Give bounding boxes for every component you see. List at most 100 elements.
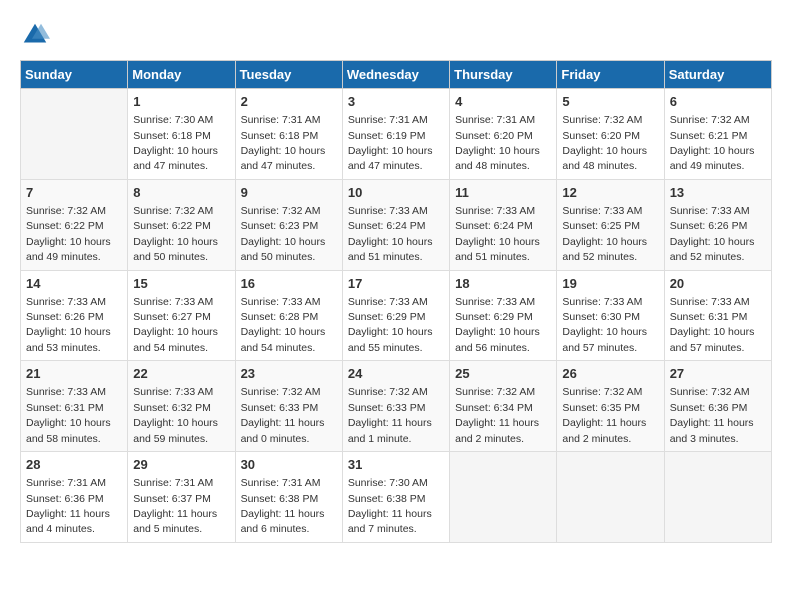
day-number: 25	[455, 365, 551, 383]
day-info: Sunrise: 7:32 AM Sunset: 6:22 PM Dayligh…	[133, 205, 218, 263]
col-header-tuesday: Tuesday	[235, 61, 342, 89]
day-cell: 13Sunrise: 7:33 AM Sunset: 6:26 PM Dayli…	[664, 179, 771, 270]
day-number: 7	[26, 184, 122, 202]
week-row-1: 1Sunrise: 7:30 AM Sunset: 6:18 PM Daylig…	[21, 89, 772, 180]
day-number: 12	[562, 184, 658, 202]
day-number: 19	[562, 275, 658, 293]
day-info: Sunrise: 7:32 AM Sunset: 6:21 PM Dayligh…	[670, 114, 755, 172]
day-cell: 14 Sunrise: 7:33 AM Sunset: 6:26 PM Dayli…	[21, 270, 128, 361]
day-cell: 8 Sunrise: 7:32 AM Sunset: 6:22 PM Daylig…	[128, 179, 235, 270]
day-number: 27	[670, 365, 766, 383]
day-cell: 17 Sunrise: 7:33 AM Sunset: 6:29 PM Dayli…	[342, 270, 449, 361]
week-row-3: 14 Sunrise: 7:33 AM Sunset: 6:26 PM Dayli…	[21, 270, 772, 361]
day-number: 18	[455, 275, 551, 293]
day-cell: 4 Sunrise: 7:31 AM Sunset: 6:20 PM Daylig…	[450, 89, 557, 180]
day-number: 5	[562, 93, 658, 111]
day-cell: 27 Sunrise: 7:32 AM Sunset: 6:36 PM Dayli…	[664, 361, 771, 452]
day-info: Sunrise: 7:32 AM Sunset: 6:33 PM Dayligh…	[241, 386, 325, 444]
day-cell: 5 Sunrise: 7:32 AM Sunset: 6:20 PM Daylig…	[557, 89, 664, 180]
day-cell: 7 Sunrise: 7:32 AM Sunset: 6:22 PM Daylig…	[21, 179, 128, 270]
day-number: 1	[133, 93, 229, 111]
col-header-monday: Monday	[128, 61, 235, 89]
day-info: Sunrise: 7:33 AM Sunset: 6:26 PM Dayligh…	[26, 296, 111, 354]
day-number: 3	[348, 93, 444, 111]
page-header	[20, 20, 772, 50]
day-info: Sunrise: 7:32 AM Sunset: 6:34 PM Dayligh…	[455, 386, 539, 444]
day-cell: 9Sunrise: 7:32 AM Sunset: 6:23 PM Daylig…	[235, 179, 342, 270]
day-cell	[21, 89, 128, 180]
day-number: 6	[670, 93, 766, 111]
day-cell: 22Sunrise: 7:33 AM Sunset: 6:32 PM Dayli…	[128, 361, 235, 452]
day-cell: 20 Sunrise: 7:33 AM Sunset: 6:31 PM Dayli…	[664, 270, 771, 361]
day-number: 31	[348, 456, 444, 474]
day-info: Sunrise: 7:32 AM Sunset: 6:36 PM Dayligh…	[670, 386, 754, 444]
day-cell: 30 Sunrise: 7:31 AM Sunset: 6:38 PM Dayli…	[235, 452, 342, 543]
day-info: Sunrise: 7:33 AM Sunset: 6:31 PM Dayligh…	[670, 296, 755, 354]
day-number: 23	[241, 365, 337, 383]
day-info: Sunrise: 7:31 AM Sunset: 6:18 PM Dayligh…	[241, 114, 326, 172]
day-info: Sunrise: 7:32 AM Sunset: 6:22 PM Dayligh…	[26, 205, 111, 263]
day-cell: 3 Sunrise: 7:31 AM Sunset: 6:19 PM Daylig…	[342, 89, 449, 180]
day-info: Sunrise: 7:32 AM Sunset: 6:23 PM Dayligh…	[241, 205, 326, 263]
day-number: 15	[133, 275, 229, 293]
day-cell: 24 Sunrise: 7:32 AM Sunset: 6:33 PM Dayli…	[342, 361, 449, 452]
day-number: 24	[348, 365, 444, 383]
day-number: 16	[241, 275, 337, 293]
day-cell: 2Sunrise: 7:31 AM Sunset: 6:18 PM Daylig…	[235, 89, 342, 180]
day-cell: 29Sunrise: 7:31 AM Sunset: 6:37 PM Dayli…	[128, 452, 235, 543]
day-number: 20	[670, 275, 766, 293]
day-number: 14	[26, 275, 122, 293]
day-cell: 31 Sunrise: 7:30 AM Sunset: 6:38 PM Dayli…	[342, 452, 449, 543]
day-info: Sunrise: 7:31 AM Sunset: 6:36 PM Dayligh…	[26, 477, 110, 535]
day-cell: 23 Sunrise: 7:32 AM Sunset: 6:33 PM Dayli…	[235, 361, 342, 452]
col-header-thursday: Thursday	[450, 61, 557, 89]
day-info: Sunrise: 7:33 AM Sunset: 6:29 PM Dayligh…	[348, 296, 433, 354]
logo-icon	[20, 20, 50, 50]
day-info: Sunrise: 7:32 AM Sunset: 6:33 PM Dayligh…	[348, 386, 432, 444]
calendar-table: SundayMondayTuesdayWednesdayThursdayFrid…	[20, 60, 772, 543]
day-info: Sunrise: 7:33 AM Sunset: 6:27 PM Dayligh…	[133, 296, 218, 354]
day-number: 4	[455, 93, 551, 111]
day-number: 26	[562, 365, 658, 383]
day-number: 8	[133, 184, 229, 202]
day-cell: 15 Sunrise: 7:33 AM Sunset: 6:27 PM Dayli…	[128, 270, 235, 361]
header-row: SundayMondayTuesdayWednesdayThursdayFrid…	[21, 61, 772, 89]
col-header-saturday: Saturday	[664, 61, 771, 89]
day-info: Sunrise: 7:33 AM Sunset: 6:24 PM Dayligh…	[455, 205, 540, 263]
day-number: 28	[26, 456, 122, 474]
day-info: Sunrise: 7:32 AM Sunset: 6:20 PM Dayligh…	[562, 114, 647, 172]
day-cell: 6 Sunrise: 7:32 AM Sunset: 6:21 PM Daylig…	[664, 89, 771, 180]
day-cell: 19 Sunrise: 7:33 AM Sunset: 6:30 PM Dayli…	[557, 270, 664, 361]
day-info: Sunrise: 7:33 AM Sunset: 6:24 PM Dayligh…	[348, 205, 433, 263]
day-cell: 1Sunrise: 7:30 AM Sunset: 6:18 PM Daylig…	[128, 89, 235, 180]
week-row-2: 7 Sunrise: 7:32 AM Sunset: 6:22 PM Daylig…	[21, 179, 772, 270]
day-cell: 10 Sunrise: 7:33 AM Sunset: 6:24 PM Dayli…	[342, 179, 449, 270]
day-info: Sunrise: 7:33 AM Sunset: 6:31 PM Dayligh…	[26, 386, 111, 444]
day-number: 17	[348, 275, 444, 293]
day-cell	[557, 452, 664, 543]
day-info: Sunrise: 7:30 AM Sunset: 6:38 PM Dayligh…	[348, 477, 432, 535]
day-cell: 18 Sunrise: 7:33 AM Sunset: 6:29 PM Dayli…	[450, 270, 557, 361]
col-header-wednesday: Wednesday	[342, 61, 449, 89]
day-number: 30	[241, 456, 337, 474]
day-cell: 21 Sunrise: 7:33 AM Sunset: 6:31 PM Dayli…	[21, 361, 128, 452]
day-cell: 16 Sunrise: 7:33 AM Sunset: 6:28 PM Dayli…	[235, 270, 342, 361]
day-info: Sunrise: 7:31 AM Sunset: 6:19 PM Dayligh…	[348, 114, 433, 172]
day-info: Sunrise: 7:31 AM Sunset: 6:37 PM Dayligh…	[133, 477, 217, 535]
day-cell	[450, 452, 557, 543]
day-info: Sunrise: 7:33 AM Sunset: 6:29 PM Dayligh…	[455, 296, 540, 354]
day-cell	[664, 452, 771, 543]
day-info: Sunrise: 7:33 AM Sunset: 6:30 PM Dayligh…	[562, 296, 647, 354]
col-header-friday: Friday	[557, 61, 664, 89]
week-row-4: 21 Sunrise: 7:33 AM Sunset: 6:31 PM Dayli…	[21, 361, 772, 452]
day-info: Sunrise: 7:33 AM Sunset: 6:28 PM Dayligh…	[241, 296, 326, 354]
day-cell: 28 Sunrise: 7:31 AM Sunset: 6:36 PM Dayli…	[21, 452, 128, 543]
day-number: 10	[348, 184, 444, 202]
day-info: Sunrise: 7:31 AM Sunset: 6:20 PM Dayligh…	[455, 114, 540, 172]
day-info: Sunrise: 7:32 AM Sunset: 6:35 PM Dayligh…	[562, 386, 646, 444]
day-cell: 25 Sunrise: 7:32 AM Sunset: 6:34 PM Dayli…	[450, 361, 557, 452]
day-number: 21	[26, 365, 122, 383]
day-number: 13	[670, 184, 766, 202]
day-info: Sunrise: 7:31 AM Sunset: 6:38 PM Dayligh…	[241, 477, 325, 535]
day-info: Sunrise: 7:33 AM Sunset: 6:25 PM Dayligh…	[562, 205, 647, 263]
